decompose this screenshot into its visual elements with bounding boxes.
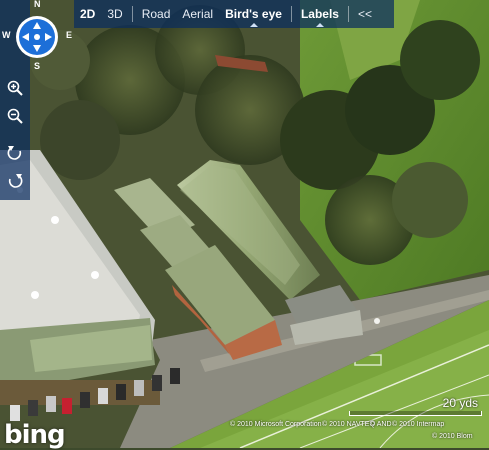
scale-bar-line [349,411,482,416]
toolbar-divider [347,6,349,22]
zoom-in-icon [7,80,23,96]
copyright-blom: © 2010 Blom [432,433,473,440]
copyright-intermap: © 2010 Intermap [392,421,445,428]
toolbar-divider [131,6,133,22]
copyright-microsoft: © 2010 Microsoft Corporation [230,421,322,428]
collapse-toolbar-button[interactable]: << [352,7,378,21]
compass-west-label: W [2,30,11,40]
mode-3d-button[interactable]: 3D [101,7,128,21]
zoom-out-icon [7,108,23,124]
rotate-left-button[interactable] [4,141,26,163]
compass-east-label: E [66,30,73,40]
birds-eye-caret-icon [249,23,258,27]
birds-eye-label: Bird's eye [225,7,282,21]
rotate-right-icon [8,174,23,188]
labels-button[interactable]: Labels [295,7,345,27]
toolbar-divider [290,6,292,22]
road-view-button[interactable]: Road [136,7,177,21]
scale-label: 20 yds [442,396,478,410]
aerial-view-button[interactable]: Aerial [176,7,219,21]
map-toolbar: 2D 3D Road Aerial Bird's eye Labels << [74,0,394,28]
bing-logo[interactable]: bing [4,420,66,450]
labels-caret-icon [315,23,324,27]
copyright-navteq: © 2010 NAVTEQ [322,421,375,428]
zoom-in-button[interactable] [4,77,26,99]
compass-north-label: N [34,0,41,9]
labels-label: Labels [300,7,339,21]
rotate-right-button[interactable] [4,169,26,191]
mode-2d-button[interactable]: 2D [74,7,101,21]
zoom-out-button[interactable] [4,105,26,127]
rotate-left-icon [7,146,22,160]
compass-control[interactable]: N S E W [0,0,74,74]
scale-bar: 20 yds [349,396,482,418]
compass-south-label: S [34,61,41,71]
birds-eye-view-button[interactable]: Bird's eye [219,7,288,27]
copyright-and: © AND [370,421,392,428]
